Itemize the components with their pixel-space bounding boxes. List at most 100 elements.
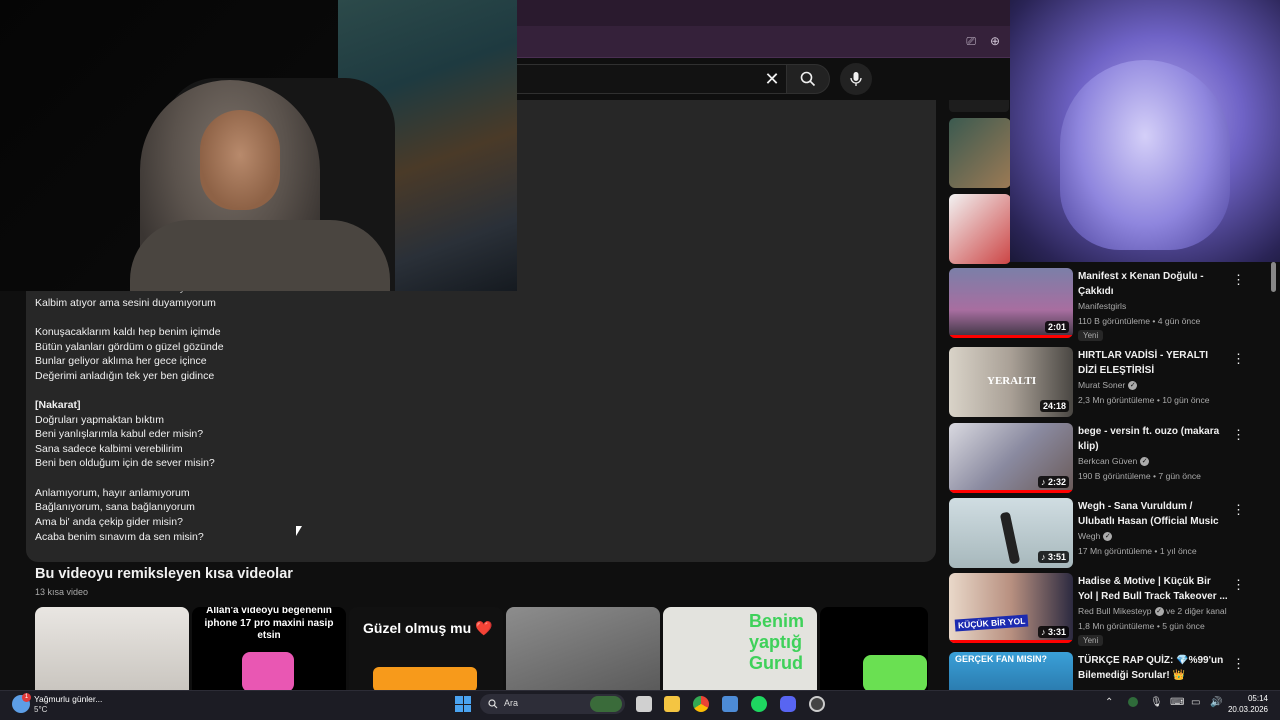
short-caption: Güzel olmuş mu ❤️ xyxy=(363,620,493,636)
video-duration: 24:18 xyxy=(1039,400,1069,412)
verified-icon: ✓ xyxy=(1154,607,1164,617)
recommended-video[interactable]: YERALTI 24:18 HIRTLAR VADİSİ - YERALTI D… xyxy=(949,347,1269,417)
search-highlight-icon[interactable] xyxy=(590,696,622,712)
recommended-video[interactable]: GERÇEK FAN MISIN? TÜRKÇE RAP QUİZ: 💎%99'… xyxy=(949,652,1269,690)
lyric-line: Kalbim atıyor ama sesini duyamıyorum xyxy=(35,297,216,309)
channel-name[interactable]: Murat Soner ✓ xyxy=(1078,380,1138,391)
video-thumbnail[interactable]: 2:01 xyxy=(949,268,1073,338)
streamer-webcam-overlay xyxy=(0,0,517,291)
search-icon xyxy=(488,699,498,709)
video-duration: ♪ 3:31 xyxy=(1037,626,1069,638)
keyboard-icon[interactable]: ⌨ xyxy=(1170,697,1184,708)
microphone-icon xyxy=(850,72,862,86)
taskbar-date[interactable]: 20.03.2026 xyxy=(1218,705,1268,714)
discord-icon[interactable] xyxy=(780,696,796,712)
partial-thumbnail[interactable] xyxy=(949,100,1009,112)
lyric-line: Beni ben olduğum için de sever misin? xyxy=(35,457,215,469)
phone-image xyxy=(242,652,294,692)
channel-name[interactable]: Red Bull Mikesteyp ✓ ve 2 diğer kanal xyxy=(1078,606,1227,617)
phone-image xyxy=(373,667,477,692)
phone-image xyxy=(863,655,927,692)
notification-badge: 1 xyxy=(22,693,31,702)
partial-thumbnail[interactable] xyxy=(949,118,1011,188)
recommended-video[interactable]: ♪ 2:32 bege - versin ft. ouzo (makara kl… xyxy=(949,423,1269,493)
mouse-cursor xyxy=(296,526,302,536)
chrome-icon[interactable] xyxy=(693,696,709,712)
sidebar-scrollbar[interactable] xyxy=(1271,262,1276,292)
voice-search-button[interactable] xyxy=(840,63,872,95)
more-options-icon[interactable]: ⋮ xyxy=(1232,351,1245,367)
new-badge: Yeni xyxy=(1078,330,1104,341)
channel-name[interactable]: Manifestgirls xyxy=(1078,301,1126,311)
recommended-video[interactable]: KÜÇÜK BİR YOL ♪ 3:31 Hadise & Motive | K… xyxy=(949,573,1269,646)
cast-icon[interactable]: ⎚ xyxy=(966,34,976,49)
steam-icon[interactable] xyxy=(722,696,738,712)
video-title[interactable]: Hadise & Motive | Küçük Bir Yol | Red Bu… xyxy=(1078,575,1228,604)
more-options-icon[interactable]: ⋮ xyxy=(1232,427,1245,443)
hoodie-body xyxy=(130,220,390,291)
recommended-video[interactable]: 2:01 Manifest x Kenan Doğulu - Çakkıdı M… xyxy=(949,268,1269,341)
lyric-line: Değerimi anladığın tek yer ben gidince xyxy=(35,370,215,382)
lyric-line: Doğruları yapmaktan bıktım xyxy=(35,414,164,426)
app-icon[interactable] xyxy=(809,696,825,712)
watch-progress-bar xyxy=(949,490,1073,493)
short-thumbnail[interactable]: Benim yaptığ Gurud xyxy=(663,607,817,692)
short-caption: Benim yaptığ Gurud xyxy=(749,611,805,673)
video-duration: ♪ 3:51 xyxy=(1037,551,1069,563)
spotify-icon[interactable] xyxy=(751,696,767,712)
lyric-line: Ama bi' anda çekip gider misin? xyxy=(35,516,183,528)
search-button[interactable] xyxy=(786,64,830,94)
short-thumbnail[interactable] xyxy=(506,607,660,692)
thumbnail-text: YERALTI xyxy=(987,375,1037,387)
short-thumbnail[interactable]: Güzel olmuş mu ❤️ xyxy=(349,607,503,692)
more-options-icon[interactable]: ⋮ xyxy=(1232,577,1245,593)
video-meta: 190 B görüntüleme • 7 gün önce xyxy=(1078,471,1201,481)
search-input[interactable] xyxy=(516,64,786,94)
lyric-line: Bütün yalanları gördüm o güzel gözünde xyxy=(35,341,224,353)
video-duration: 2:01 xyxy=(1044,321,1069,333)
task-view-icon[interactable] xyxy=(636,696,652,712)
video-thumbnail[interactable]: ♪ 3:51 xyxy=(949,498,1073,568)
more-options-icon[interactable]: ⋮ xyxy=(1232,272,1245,288)
video-title[interactable]: HIRTLAR VADİSİ - YERALTI DİZİ ELEŞTİRİSİ xyxy=(1078,349,1228,378)
short-thumbnail[interactable] xyxy=(35,607,189,692)
monkey-face xyxy=(1060,60,1230,250)
video-title[interactable]: TÜRKÇE RAP QUİZ: 💎%99'un Bilemediği Soru… xyxy=(1078,654,1228,683)
video-title[interactable]: Wegh - Sana Vuruldum / Ulubatlı Hasan (O… xyxy=(1078,500,1228,529)
tray-app-icon[interactable] xyxy=(1128,697,1138,707)
verified-icon: ✓ xyxy=(1128,381,1138,391)
address-bar-icons: ⎚ ⊕ xyxy=(966,34,1000,49)
file-explorer-icon[interactable] xyxy=(664,696,680,712)
lyric-section-label: [Nakarat] xyxy=(35,399,81,411)
zoom-icon[interactable]: ⊕ xyxy=(990,34,1000,49)
video-thumbnail[interactable]: ♪ 2:32 xyxy=(949,423,1073,493)
video-thumbnail[interactable]: KÜÇÜK BİR YOL ♪ 3:31 xyxy=(949,573,1073,643)
video-thumbnail[interactable]: YERALTI 24:18 xyxy=(949,347,1073,417)
video-thumbnail[interactable]: GERÇEK FAN MISIN? xyxy=(949,652,1073,690)
more-options-icon[interactable]: ⋮ xyxy=(1232,502,1245,518)
short-thumbnail[interactable]: Allah'a videoyu beğenenin iphone 17 pro … xyxy=(192,607,346,692)
weather-widget-text[interactable]: Yağmurlu günler... xyxy=(34,694,102,704)
channel-name[interactable]: Wegh ✓ xyxy=(1078,531,1113,542)
verified-icon: ✓ xyxy=(1103,532,1113,542)
taskbar-time[interactable]: 05:14 xyxy=(1228,694,1268,703)
shorts-section-title: Bu videoyu remiksleyen kısa videolar xyxy=(35,566,293,582)
streamer-face xyxy=(200,110,280,210)
short-thumbnail[interactable] xyxy=(820,607,928,692)
lyric-line: Acaba benim sınavım da sen misin? xyxy=(35,531,204,543)
microphone-icon[interactable]: 🎙 xyxy=(1150,697,1163,708)
video-title[interactable]: bege - versin ft. ouzo (makara klip) xyxy=(1078,425,1228,454)
chevron-up-icon[interactable]: ⌃ xyxy=(1105,697,1113,708)
channel-name[interactable]: Berkcan Güven ✓ xyxy=(1078,456,1150,467)
video-meta: 110 B görüntüleme • 4 gün önce xyxy=(1078,316,1201,326)
start-button[interactable] xyxy=(455,696,471,712)
partial-thumbnail[interactable] xyxy=(949,194,1011,264)
clear-search-icon[interactable]: ✕ xyxy=(760,66,784,92)
thumbnail-text: GERÇEK FAN MISIN? xyxy=(955,654,1048,664)
recommended-video[interactable]: ♪ 3:51 Wegh - Sana Vuruldum / Ulubatlı H… xyxy=(949,498,1269,568)
video-title[interactable]: Manifest x Kenan Doğulu - Çakkıdı xyxy=(1078,270,1228,299)
display-icon[interactable]: ▭ xyxy=(1191,697,1200,708)
verified-icon: ✓ xyxy=(1140,457,1150,467)
lyric-line: Anlamıyorum, hayır anlamıyorum xyxy=(35,487,190,499)
more-options-icon[interactable]: ⋮ xyxy=(1232,656,1245,672)
